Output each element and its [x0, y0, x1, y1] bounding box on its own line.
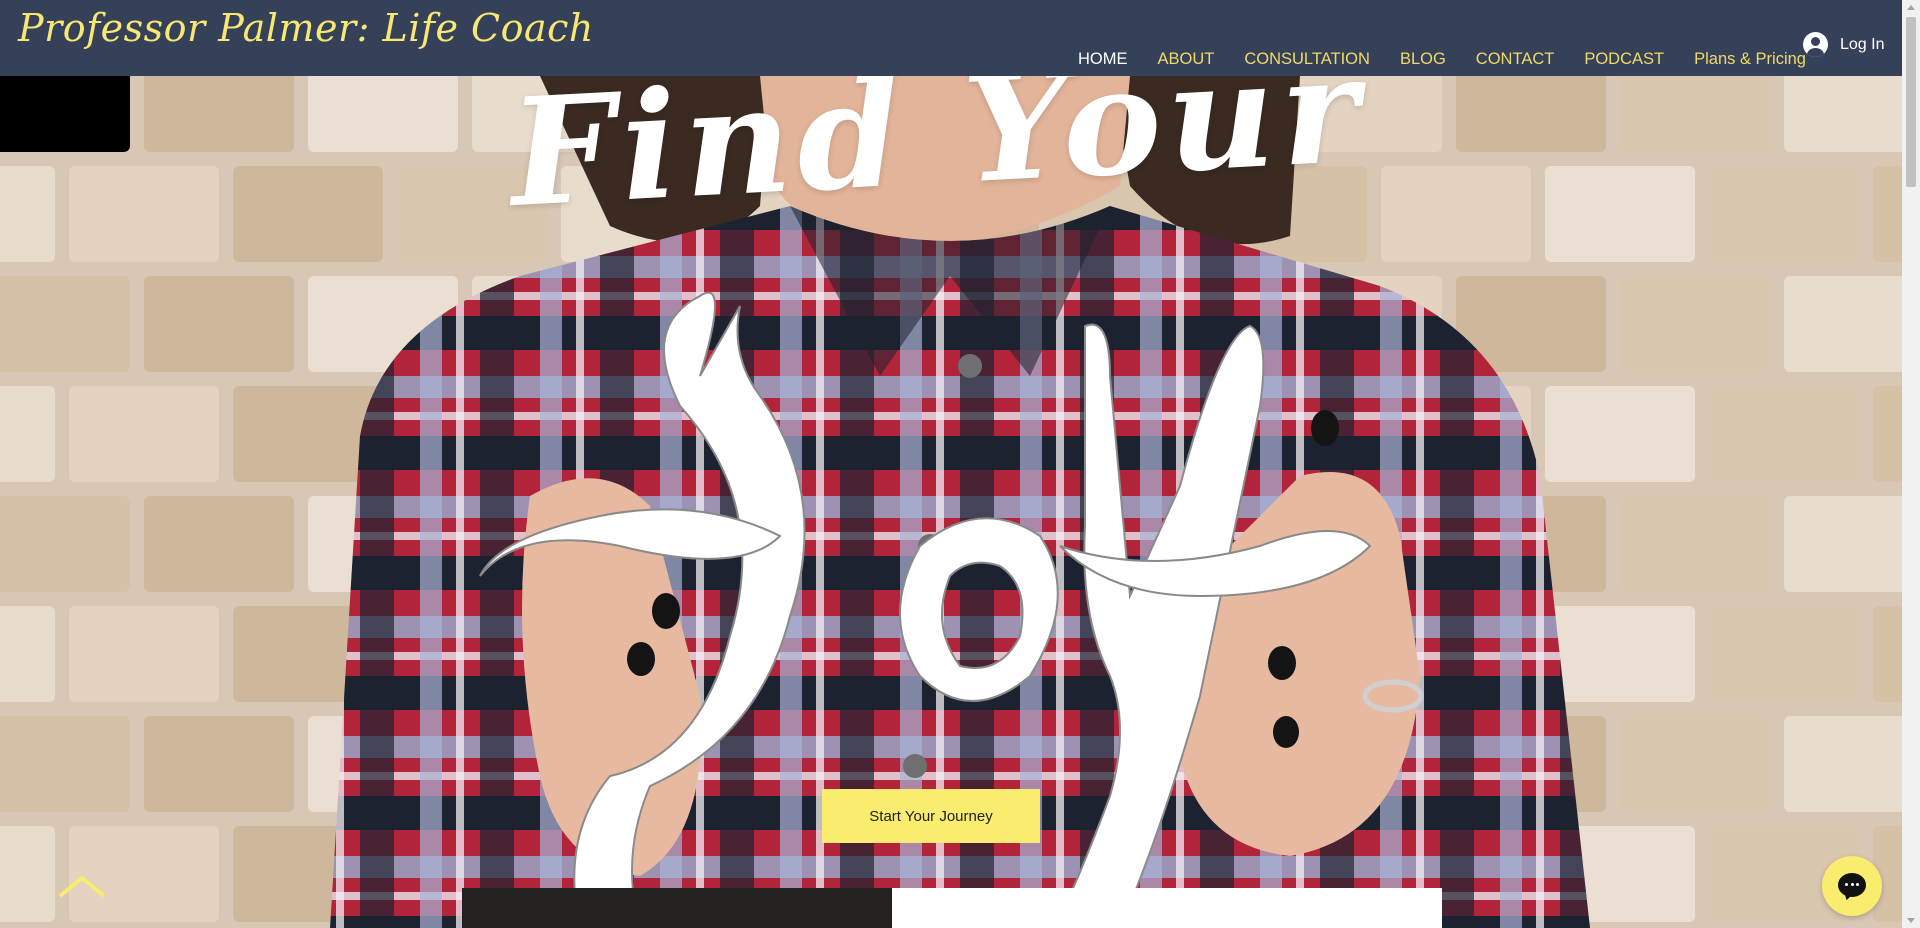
- start-journey-button[interactable]: Start Your Journey: [822, 789, 1040, 843]
- login-button[interactable]: Log In: [1803, 32, 1884, 57]
- next-section-photo: [462, 888, 892, 928]
- chat-dots: [1845, 883, 1859, 887]
- main-nav: HOME ABOUT CONSULTATION BLOG CONTACT POD…: [1078, 50, 1806, 69]
- hero-section: Find Your Start Your Journey: [0, 76, 1902, 928]
- nav-podcast[interactable]: PODCAST: [1584, 50, 1664, 69]
- nav-consultation[interactable]: CONSULTATION: [1244, 50, 1370, 69]
- chevron-up-icon[interactable]: [58, 872, 106, 900]
- login-label: Log In: [1840, 35, 1885, 53]
- nav-contact[interactable]: CONTACT: [1476, 50, 1555, 69]
- site-title[interactable]: Professor Palmer: Life Coach: [18, 6, 594, 50]
- scroll-thumb[interactable]: [1906, 17, 1916, 187]
- nav-home[interactable]: HOME: [1078, 50, 1128, 69]
- site-header: Professor Palmer: Life Coach HOME ABOUT …: [0, 0, 1902, 76]
- nav-plans-pricing[interactable]: Plans & Pricing: [1694, 50, 1806, 69]
- chat-bubble-icon[interactable]: [1822, 856, 1882, 916]
- page-scrollbar[interactable]: [1902, 0, 1920, 928]
- next-section-card: [892, 888, 1442, 928]
- nav-blog[interactable]: BLOG: [1400, 50, 1446, 69]
- nav-about[interactable]: ABOUT: [1158, 50, 1215, 69]
- scroll-up-arrow-icon[interactable]: [1907, 5, 1915, 10]
- user-avatar-icon: [1803, 32, 1828, 57]
- scroll-down-arrow-icon[interactable]: [1907, 918, 1915, 923]
